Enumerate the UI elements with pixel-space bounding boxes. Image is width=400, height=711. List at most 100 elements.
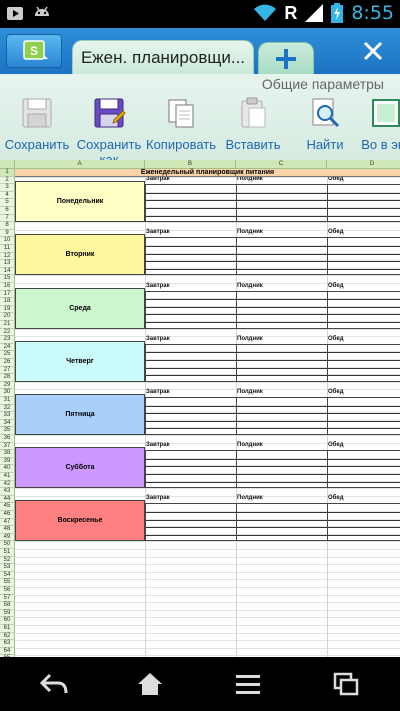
meal-cells[interactable] <box>327 450 400 489</box>
row-number[interactable]: 24 <box>0 343 15 352</box>
row-number[interactable]: 16 <box>0 283 15 291</box>
row-number[interactable]: 8 <box>0 222 15 230</box>
row-number[interactable]: 26 <box>0 359 15 367</box>
row-number[interactable]: 18 <box>0 298 15 306</box>
row-number[interactable]: 4 <box>0 191 15 200</box>
meal-label[interactable]: Полдник <box>237 336 263 342</box>
row-number[interactable]: 22 <box>0 328 15 337</box>
day-block[interactable]: Среда <box>15 287 145 329</box>
row-number[interactable]: 57 <box>0 594 15 603</box>
meal-cells[interactable] <box>145 450 236 489</box>
meal-cells[interactable] <box>145 397 236 435</box>
row-number[interactable]: 58 <box>0 602 15 610</box>
meal-cells[interactable] <box>236 503 327 542</box>
row-number[interactable]: 31 <box>0 397 15 405</box>
paste-button[interactable]: Вставить <box>216 96 290 152</box>
meal-cells[interactable] <box>236 184 327 223</box>
row-number[interactable]: 27 <box>0 366 15 375</box>
row-number[interactable]: 7 <box>0 214 15 223</box>
meal-label[interactable]: Завтрак <box>146 495 170 501</box>
meal-label[interactable]: Полдник <box>237 283 263 289</box>
row-number[interactable]: 45 <box>0 503 15 511</box>
meal-label[interactable]: Обед <box>328 336 344 342</box>
row-number[interactable]: 29 <box>0 381 15 390</box>
meal-cells[interactable] <box>327 397 400 435</box>
meal-cells[interactable] <box>236 290 327 329</box>
row-number[interactable]: 39 <box>0 457 15 466</box>
column-header-c[interactable]: C <box>236 160 327 169</box>
meal-label[interactable]: Обед <box>328 283 344 289</box>
copy-button[interactable]: Копировать <box>144 96 218 152</box>
home-button[interactable] <box>130 670 170 698</box>
meal-label[interactable]: Обед <box>328 442 344 448</box>
meal-label[interactable]: Полдник <box>237 495 263 501</box>
day-block[interactable]: Суббота <box>15 447 145 489</box>
meal-cells[interactable] <box>327 237 400 276</box>
row-number[interactable]: 59 <box>0 609 15 618</box>
sheet-title[interactable]: Еженедельный планировщик питания <box>15 169 400 177</box>
corner-cell[interactable] <box>0 160 15 169</box>
meal-cells[interactable] <box>236 237 327 276</box>
row-number[interactable]: 36 <box>0 435 15 443</box>
meal-label[interactable]: Завтрак <box>146 283 170 289</box>
column-header-d[interactable]: D <box>327 160 400 169</box>
app-menu-button[interactable]: S <box>6 34 62 68</box>
row-number[interactable]: 11 <box>0 245 15 253</box>
row-number[interactable]: 54 <box>0 571 15 580</box>
row-number[interactable]: 43 <box>0 488 15 496</box>
row-number[interactable]: 14 <box>0 267 15 276</box>
row-number[interactable]: 51 <box>0 549 15 557</box>
meal-label[interactable]: Завтрак <box>146 442 170 448</box>
row-number[interactable]: 47 <box>0 518 15 527</box>
row-number[interactable]: 55 <box>0 579 15 587</box>
column-header-a[interactable]: A <box>15 160 145 169</box>
meal-cells[interactable] <box>145 184 236 223</box>
tab-document[interactable]: Ежен. планировщи... <box>72 40 254 75</box>
meal-label[interactable]: Завтрак <box>146 389 170 395</box>
row-number[interactable]: 9 <box>0 229 15 238</box>
day-block[interactable]: Пятница <box>15 393 145 435</box>
row-number[interactable]: 33 <box>0 412 15 420</box>
menu-button[interactable] <box>228 670 268 698</box>
meal-cells[interactable] <box>236 343 327 382</box>
row-number[interactable]: 6 <box>0 207 15 215</box>
day-block[interactable]: Вторник <box>15 234 145 276</box>
day-block[interactable]: Четверг <box>15 340 145 382</box>
back-button[interactable] <box>34 670 74 698</box>
row-number[interactable]: 37 <box>0 442 15 451</box>
meal-cells[interactable] <box>236 397 327 435</box>
meal-cells[interactable] <box>327 503 400 542</box>
recent-apps-button[interactable] <box>326 670 366 698</box>
meal-cells[interactable] <box>327 290 400 329</box>
meal-cells[interactable] <box>327 184 400 223</box>
day-block[interactable]: Воскресенье <box>15 500 145 542</box>
save-as-button[interactable]: Сохранить как <box>72 96 146 167</box>
meal-label[interactable]: Обед <box>328 389 344 395</box>
meal-cells[interactable] <box>145 343 236 382</box>
find-button[interactable]: Найти <box>288 96 362 152</box>
meal-cells[interactable] <box>145 290 236 329</box>
meal-label[interactable]: Завтрак <box>146 229 170 235</box>
row-number[interactable]: 52 <box>0 556 15 565</box>
row-number[interactable]: 30 <box>0 389 15 397</box>
row-number[interactable]: 21 <box>0 321 15 329</box>
meal-cells[interactable] <box>145 237 236 276</box>
row-number[interactable]: 49 <box>0 533 15 542</box>
meal-label[interactable]: Обед <box>328 495 344 501</box>
row-number[interactable]: 40 <box>0 465 15 473</box>
row-number[interactable]: 48 <box>0 526 15 534</box>
meal-label[interactable]: Обед <box>328 229 344 235</box>
row-number[interactable]: 20 <box>0 313 15 321</box>
row-number[interactable]: 62 <box>0 632 15 641</box>
row-number[interactable]: 34 <box>0 419 15 428</box>
row-number[interactable]: 53 <box>0 564 15 572</box>
row-number[interactable]: 19 <box>0 305 15 314</box>
column-header-b[interactable]: B <box>145 160 236 169</box>
meal-label[interactable]: Завтрак <box>146 336 170 342</box>
close-button[interactable] <box>360 38 386 64</box>
meal-cells[interactable] <box>327 343 400 382</box>
row-number[interactable]: 38 <box>0 450 15 458</box>
meal-cells[interactable] <box>145 503 236 542</box>
meal-label[interactable]: Полдник <box>237 229 263 235</box>
general-params-label[interactable]: Общие параметры <box>262 76 384 92</box>
